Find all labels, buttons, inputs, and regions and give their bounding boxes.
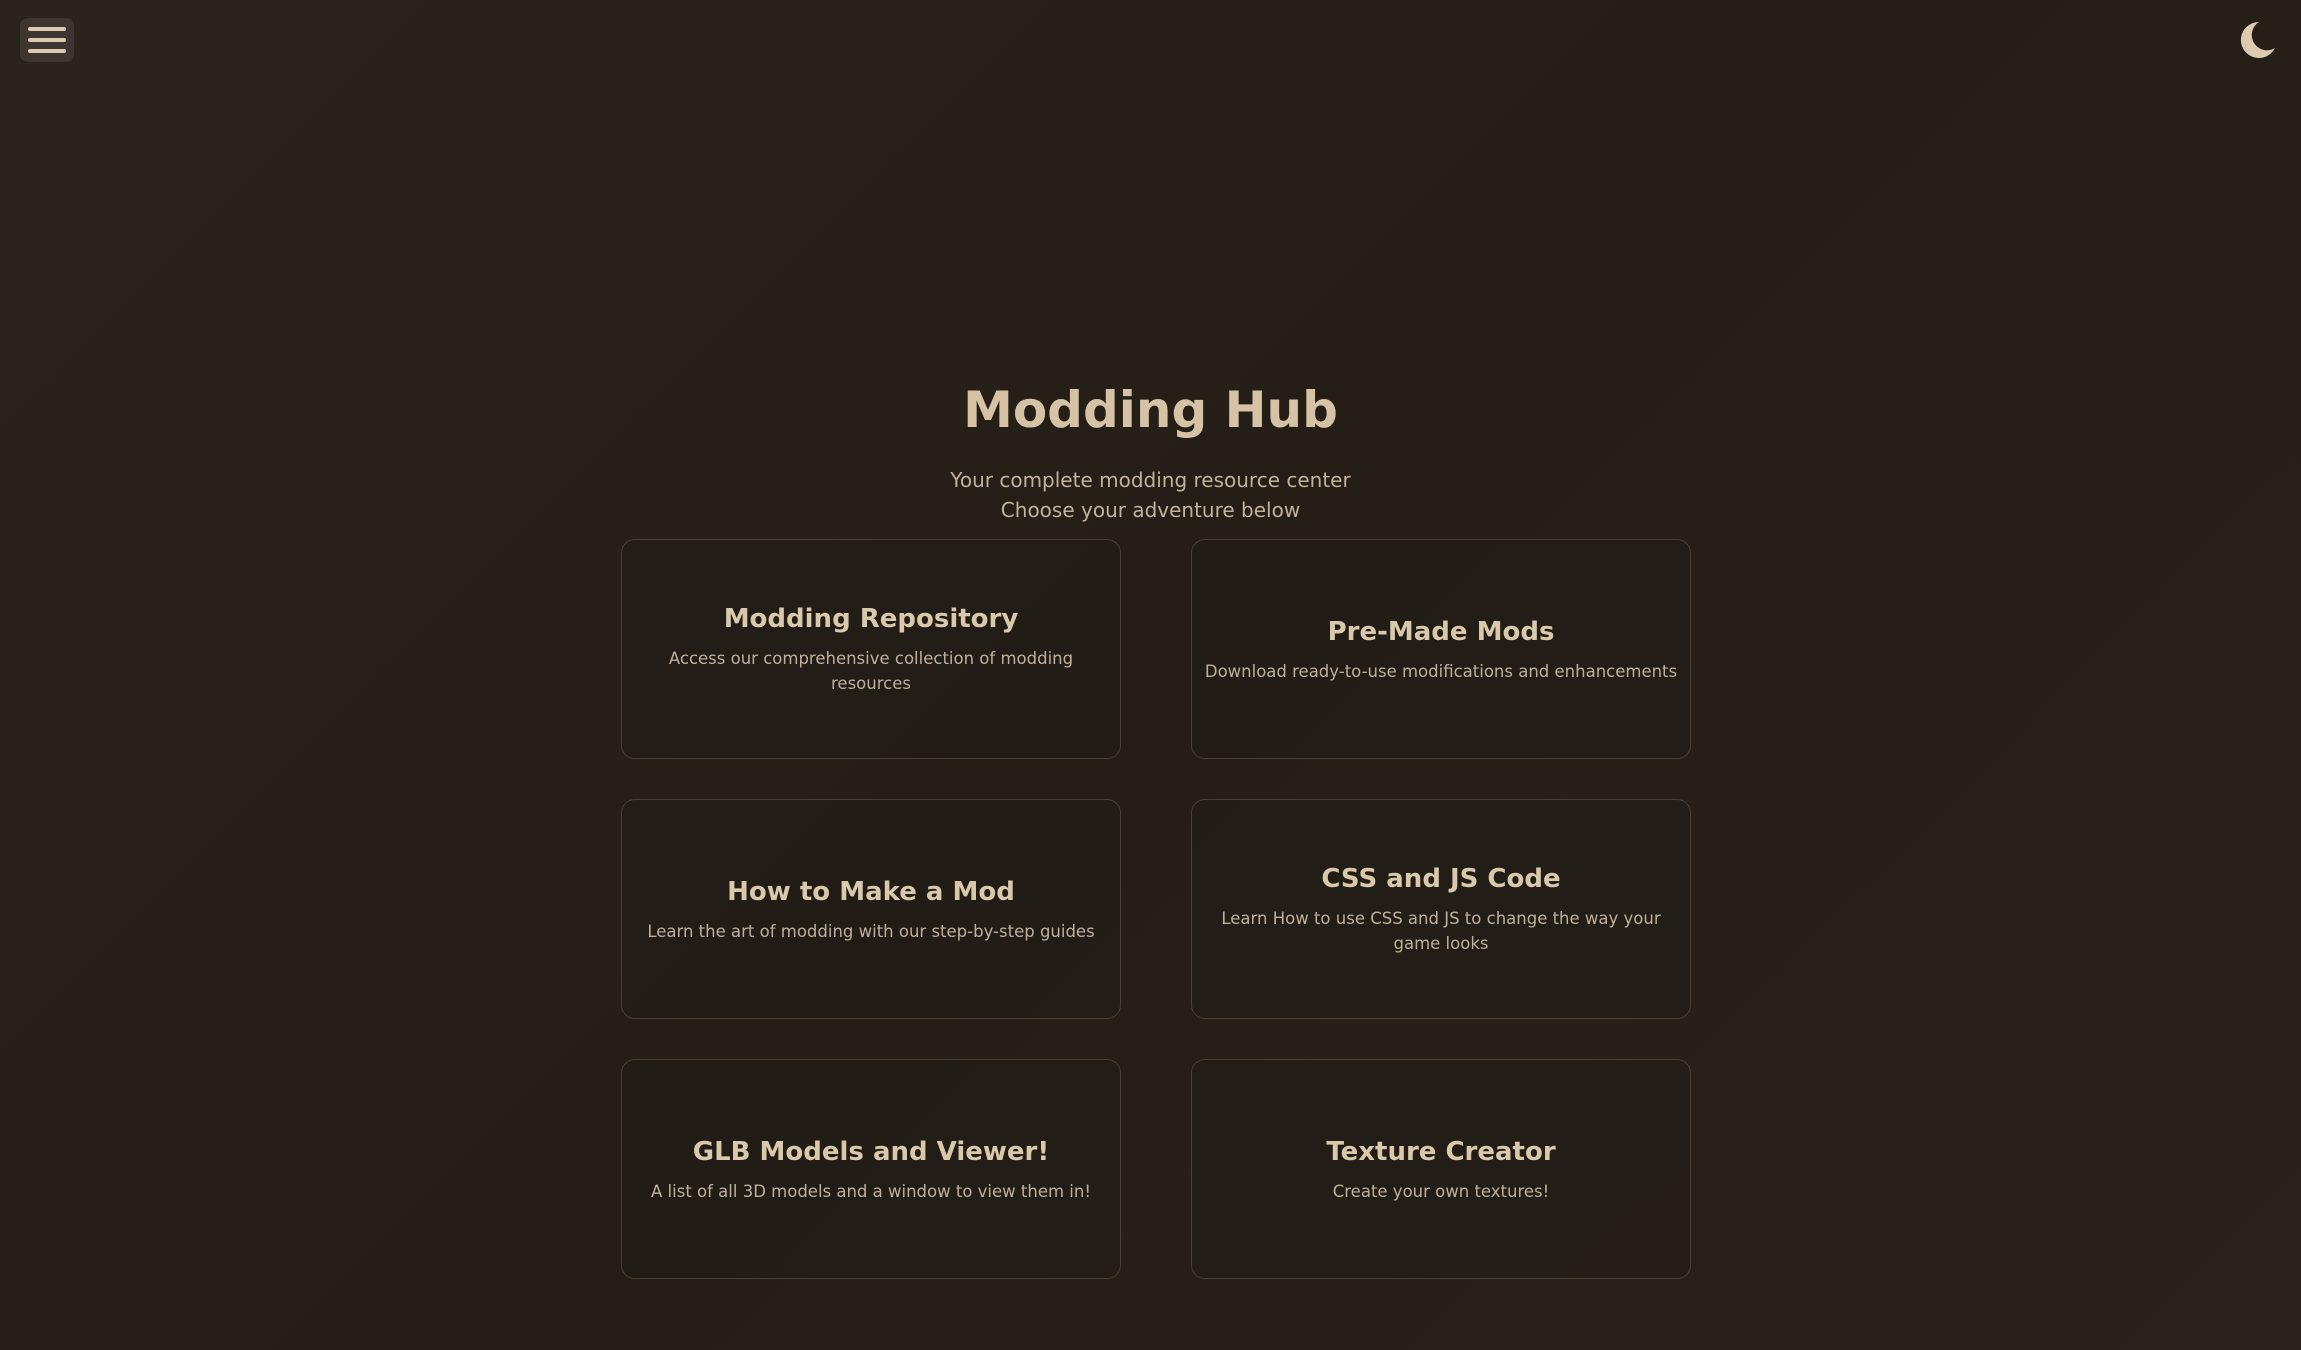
card-css-and-js-code[interactable]: CSS and JS Code Learn How to use CSS and… <box>1191 799 1691 1019</box>
card-glb-models-and-viewer[interactable]: GLB Models and Viewer! A list of all 3D … <box>621 1059 1121 1279</box>
hamburger-menu-icon-bar <box>28 49 66 53</box>
card-description: Learn the art of modding with our step-b… <box>647 921 1095 941</box>
card-title: How to Make a Mod <box>727 876 1015 907</box>
theme-toggle-button[interactable] <box>2235 18 2279 62</box>
menu-button[interactable] <box>20 18 74 62</box>
card-description: Learn How to use CSS and JS to change th… <box>1221 909 1661 953</box>
subtitle-line-2: Choose your adventure below <box>1000 498 1301 522</box>
page-title: Modding Hub <box>963 381 1338 439</box>
card-grid: Modding Repository Access our comprehens… <box>621 539 1691 1279</box>
card-how-to-make-a-mod[interactable]: How to Make a Mod Learn the art of moddi… <box>621 799 1121 1019</box>
card-texture-creator[interactable]: Texture Creator Create your own textures… <box>1191 1059 1691 1279</box>
subtitle-line-1: Your complete modding resource center <box>950 468 1351 492</box>
card-modding-repository[interactable]: Modding Repository Access our comprehens… <box>621 539 1121 759</box>
hamburger-menu-icon-bar <box>28 38 66 42</box>
card-title: Texture Creator <box>1326 1136 1556 1167</box>
card-title: Modding Repository <box>723 604 1019 634</box>
moon-icon <box>2240 21 2275 58</box>
card-title: Pre-Made Mods <box>1327 616 1555 647</box>
card-description: A list of all 3D models and a window to … <box>651 1181 1091 1201</box>
card-description: Download ready-to-use modifications and … <box>1204 661 1678 681</box>
card-pre-made-mods[interactable]: Pre-Made Mods Download ready-to-use modi… <box>1191 539 1691 759</box>
card-description: Access our comprehensive collection of m… <box>668 649 1074 693</box>
hamburger-menu-icon <box>28 27 66 31</box>
hero-section: Modding Hub Your complete modding resour… <box>0 375 2301 525</box>
card-title: GLB Models and Viewer! <box>692 1136 1050 1167</box>
page-subtitle: Your complete modding resource center Ch… <box>0 465 2301 525</box>
card-description: Create your own textures! <box>1332 1181 1550 1201</box>
card-title: CSS and JS Code <box>1321 864 1561 894</box>
